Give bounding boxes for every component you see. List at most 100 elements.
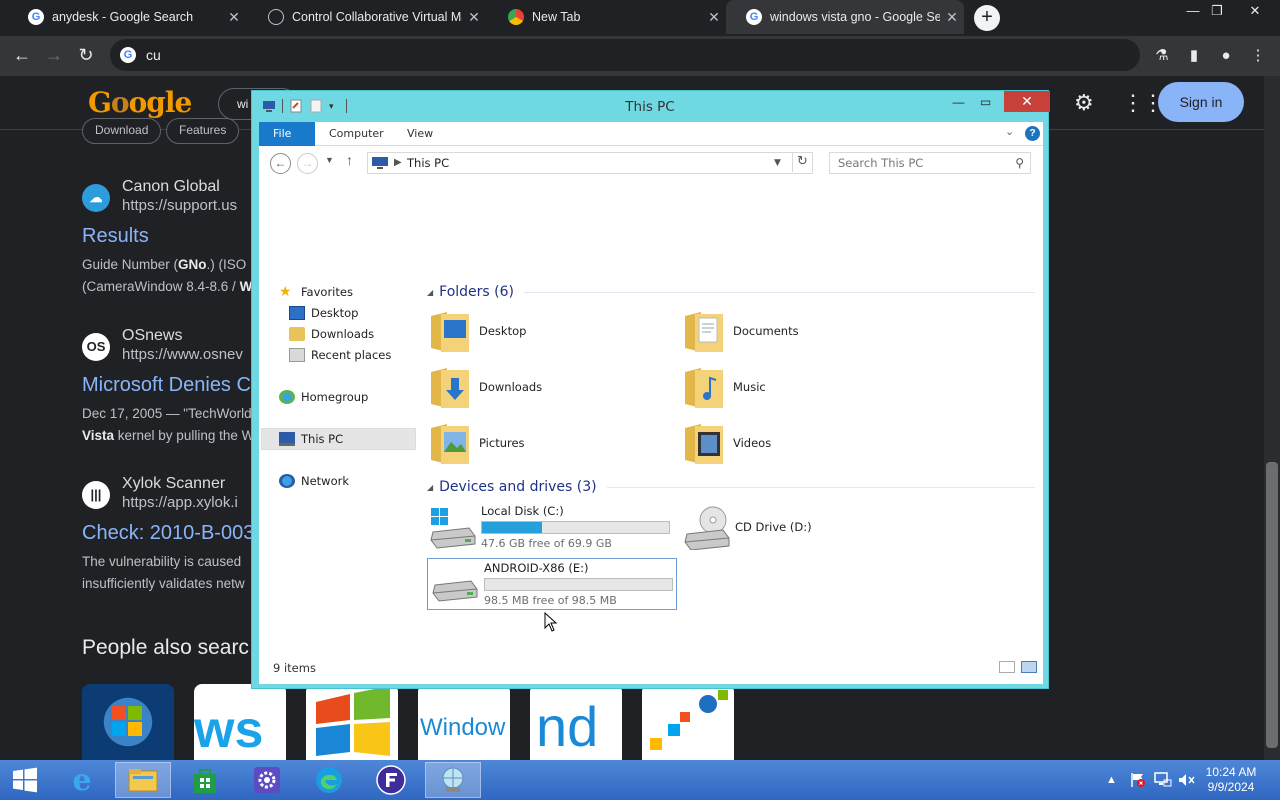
large-icons-view-icon[interactable]	[1021, 661, 1037, 673]
system-clock[interactable]: 10:24 AM 9/9/2024	[1196, 765, 1266, 795]
chip-features[interactable]: Features	[166, 118, 240, 144]
volume-muted-icon[interactable]	[1178, 760, 1196, 800]
nav-item-this-pc[interactable]: This PC	[279, 429, 343, 449]
folder-item-pictures[interactable]: Pictures	[425, 418, 665, 470]
folder-item-music[interactable]: Music	[679, 362, 919, 414]
disk-usage-bar	[484, 578, 673, 591]
action-center-flag-icon[interactable]	[1130, 760, 1146, 800]
nav-item-favorites[interactable]: ★ Favorites	[279, 282, 353, 302]
browser-tab-active[interactable]: G windows vista gno - Google Sea ✕	[726, 0, 964, 34]
videos-folder-icon	[685, 424, 723, 464]
devices-group-header[interactable]: ◢ Devices and drives (3)	[423, 477, 1035, 497]
thumbnail-windows-text[interactable]: Window	[418, 684, 510, 760]
details-view-icon[interactable]	[999, 661, 1015, 673]
breadcrumb-this-pc[interactable]: This PC	[407, 153, 449, 173]
thumbnail-vista-orb[interactable]	[82, 684, 174, 760]
tab-title: windows vista gno - Google Sea	[770, 10, 940, 24]
explorer-title-bar[interactable]: ▾ This PC — ▭ ✕	[252, 91, 1050, 121]
start-button[interactable]	[0, 762, 50, 798]
nav-item-desktop[interactable]: Desktop	[289, 303, 358, 323]
clock-date: 9/9/2024	[1207, 780, 1255, 794]
settings-gear-icon[interactable]: ⚙	[1074, 90, 1094, 116]
folder-item-downloads[interactable]: Downloads	[425, 362, 665, 414]
profile-icon[interactable]: ●	[1214, 44, 1238, 68]
forward-arrow-icon[interactable]: →	[40, 42, 68, 70]
help-icon[interactable]: ?	[1025, 126, 1040, 141]
google-doodle-logo[interactable]: Google	[88, 86, 192, 119]
ribbon-tab-file[interactable]: File	[259, 122, 315, 146]
close-icon[interactable]: ✕	[1004, 91, 1050, 112]
result-title-link[interactable]: Microsoft Denies C	[82, 374, 251, 397]
nav-item-homegroup[interactable]: Homegroup	[279, 387, 368, 407]
folder-item-videos[interactable]: Videos	[679, 418, 919, 470]
close-browser-icon[interactable]: ✕	[1240, 0, 1270, 26]
browser-tab[interactable]: Control Collaborative Virtual Ma ✕	[248, 0, 486, 34]
browser-tab[interactable]: New Tab ✕	[488, 0, 726, 34]
close-tab-icon[interactable]: ✕	[462, 9, 486, 26]
desktop-folder-icon	[431, 312, 469, 352]
thumbnail-windows-logos[interactable]	[642, 684, 734, 760]
network-status-icon[interactable]	[1154, 760, 1172, 800]
taskbar-network-app[interactable]	[425, 762, 481, 798]
chip-download[interactable]: Download	[82, 118, 162, 144]
forward-arrow-icon[interactable]: →	[297, 153, 318, 174]
drive-item-android-x86-e[interactable]: ANDROID-X86 (E:) 98.5 MB free of 98.5 MB	[427, 558, 677, 610]
homegroup-icon	[279, 390, 295, 404]
documents-folder-icon	[685, 312, 723, 352]
close-tab-icon[interactable]: ✕	[222, 9, 246, 26]
thumbnail-windows-flag[interactable]	[306, 684, 398, 760]
browser-menu-icon[interactable]: ⋮	[1246, 44, 1270, 68]
drive-item-local-disk-c[interactable]: Local Disk (C:) 47.6 GB free of 69.9 GB	[425, 502, 675, 554]
result-url[interactable]: https://support.us	[122, 197, 237, 214]
side-panel-icon[interactable]: ▮	[1182, 44, 1206, 68]
taskbar-internet-explorer[interactable]: e	[54, 762, 110, 798]
labs-flask-icon[interactable]: ⚗	[1150, 44, 1174, 68]
nav-item-downloads[interactable]: Downloads	[289, 324, 374, 344]
globe-app-icon	[442, 767, 464, 792]
thumbnail-ws-logo[interactable]: ws	[194, 684, 286, 760]
folder-item-desktop[interactable]: Desktop	[425, 306, 665, 358]
address-dropdown-icon[interactable]: ▼	[774, 153, 781, 173]
ribbon-tab-view[interactable]: View	[393, 122, 447, 146]
minimize-icon[interactable]: —	[945, 93, 972, 113]
browser-tab-strip: G anydesk - Google Search ✕ Control Coll…	[0, 0, 1280, 36]
taskbar-file-explorer[interactable]	[115, 762, 171, 798]
recent-locations-dropdown-icon[interactable]: ▼	[325, 155, 334, 165]
taskbar-settings[interactable]	[239, 762, 295, 798]
breadcrumb-chevron-icon[interactable]: ▶	[394, 153, 402, 173]
address-bar[interactable]: ▶ This PC ▼ ↻	[367, 152, 813, 174]
nav-item-network[interactable]: Network	[279, 471, 349, 491]
reload-icon[interactable]: ↻	[72, 42, 100, 70]
result-title-link[interactable]: Check: 2010-B-003	[82, 522, 254, 545]
maximize-icon[interactable]: ▭	[972, 93, 999, 113]
back-arrow-icon[interactable]: ←	[8, 42, 36, 70]
restore-browser-icon[interactable]: ❐	[1202, 0, 1232, 26]
taskbar-app-f[interactable]	[363, 762, 419, 798]
search-input[interactable]: Search This PC ⚲	[829, 152, 1031, 174]
page-scrollbar-thumb[interactable]	[1266, 462, 1278, 748]
sign-in-button[interactable]: Sign in	[1158, 82, 1244, 122]
up-arrow-icon[interactable]: ↑	[346, 152, 353, 168]
taskbar-edge[interactable]	[301, 762, 357, 798]
result-url[interactable]: https://www.osnev	[122, 346, 243, 363]
folders-group-header[interactable]: ◢ Folders (6)	[423, 282, 1035, 302]
search-icon[interactable]: ⚲	[1015, 153, 1024, 173]
refresh-icon[interactable]: ↻	[792, 152, 812, 172]
show-hidden-icons-icon[interactable]: ▲	[1106, 760, 1117, 800]
back-arrow-icon[interactable]: ←	[270, 153, 291, 174]
people-also-search-heading: People also searc	[82, 636, 249, 659]
ribbon-tab-computer[interactable]: Computer	[315, 122, 398, 146]
folder-item-documents[interactable]: Documents	[679, 306, 919, 358]
new-tab-button[interactable]: +	[974, 5, 1000, 31]
browser-tab[interactable]: G anydesk - Google Search ✕	[8, 0, 246, 34]
close-tab-icon[interactable]: ✕	[940, 9, 964, 26]
thumbnail-nd-text[interactable]: nd	[530, 684, 622, 760]
address-bar[interactable]: G cu	[110, 39, 1140, 71]
result-url[interactable]: https://app.xylok.i	[122, 494, 238, 511]
result-title-link[interactable]: Results	[82, 225, 149, 248]
nav-item-recent-places[interactable]: Recent places	[289, 345, 391, 365]
drive-item-cd-drive-d[interactable]: CD Drive (D:)	[679, 502, 929, 554]
expand-ribbon-chevron-icon[interactable]: ⌄	[1005, 125, 1014, 138]
close-tab-icon[interactable]: ✕	[702, 9, 726, 26]
taskbar-store[interactable]	[177, 762, 233, 798]
